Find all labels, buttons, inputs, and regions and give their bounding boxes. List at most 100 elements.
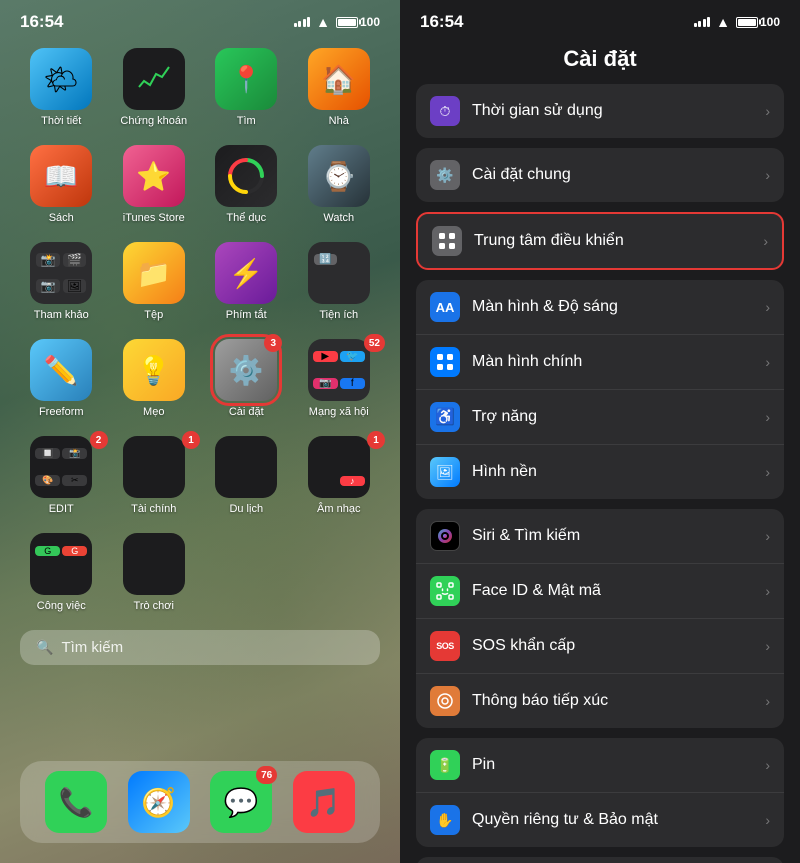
messages-badge: 76	[256, 766, 277, 784]
settings-header: Cài đặt	[400, 38, 800, 84]
sos-icon: SOS	[430, 631, 460, 661]
general-icon: ⚙️	[430, 160, 460, 190]
app-freeform[interactable]: ✏️ Freeform	[20, 339, 103, 418]
app-tips[interactable]: 💡 Mẹo	[113, 339, 196, 418]
settings-item-faceid[interactable]: Face ID & Mật mã ›	[416, 564, 784, 619]
settings-item-control-center[interactable]: Trung tâm điều khiển ›	[418, 214, 782, 268]
app-find[interactable]: 📍 Tìm	[205, 48, 288, 127]
settings-item-sos[interactable]: SOS SOS khẩn cấp ›	[416, 619, 784, 674]
app-settings[interactable]: ⚙️ 3 Cài đặt	[205, 339, 288, 418]
settings-section-appstore: App Store ›	[416, 857, 784, 863]
wallpaper-label: Hình nền	[472, 463, 765, 481]
social-folder-icon: ▶ 🐦 📷 f	[308, 339, 370, 401]
settings-item-display[interactable]: AA Màn hình & Độ sáng ›	[416, 280, 784, 335]
app-games-folder[interactable]: Trò chơi	[113, 533, 196, 612]
itunes-label: iTunes Store	[123, 212, 185, 224]
files-icon: 📁	[123, 242, 185, 304]
contact-notify-icon	[430, 686, 460, 716]
siri-icon	[430, 521, 460, 551]
settings-item-homescreen[interactable]: Màn hình chính ›	[416, 335, 784, 390]
screentime-label: Thời gian sử dụng	[472, 102, 765, 120]
app-edit-folder[interactable]: 🔲 📸 🎨 ✂ 2 EDIT	[20, 436, 103, 515]
app-shortcuts[interactable]: ⚡ Phím tắt	[205, 242, 288, 321]
app-home[interactable]: 🏠 Nhà	[298, 48, 381, 127]
siri-chevron: ›	[765, 528, 770, 544]
app-reference-folder[interactable]: 📸 🎬 📷 🖼 Tham khảo	[20, 242, 103, 321]
dock-safari[interactable]: 🧭	[128, 771, 190, 833]
battery-label: Pin	[472, 756, 765, 774]
settings-item-siri[interactable]: Siri & Tìm kiếm ›	[416, 509, 784, 564]
app-grid: 🌤 Thời tiết Chứng khoán 📍 Tìm 🏠 Nhà 📖 Sá…	[0, 38, 400, 622]
app-finance-folder[interactable]: 1 Tài chính	[113, 436, 196, 515]
search-icon: 🔍	[36, 639, 53, 656]
control-center-chevron: ›	[763, 233, 768, 249]
privacy-chevron: ›	[765, 812, 770, 828]
battery-right-icon: 100	[736, 15, 780, 29]
reference-label: Tham khảo	[34, 309, 89, 321]
work-label: Công việc	[37, 600, 86, 612]
app-music-folder[interactable]: ♪ 1 Âm nhạc	[298, 436, 381, 515]
settings-badge: 3	[264, 334, 282, 352]
stocks-label: Chứng khoán	[120, 115, 187, 127]
time-left: 16:54	[20, 12, 63, 32]
signal-icon	[294, 17, 311, 27]
privacy-icon: ✋	[430, 805, 460, 835]
search-placeholder: Tìm kiếm	[61, 639, 123, 656]
app-files[interactable]: 📁 Tệp	[113, 242, 196, 321]
weather-label: Thời tiết	[41, 115, 81, 127]
faceid-label: Face ID & Mật mã	[472, 582, 765, 600]
settings-list: ⏱ Thời gian sử dụng › ⚙️ Cài đặt chung ›	[400, 84, 800, 863]
dock-phone[interactable]: 📞	[45, 771, 107, 833]
shortcuts-label: Phím tắt	[226, 309, 267, 321]
control-center-label: Trung tâm điều khiển	[474, 232, 763, 250]
app-books[interactable]: 📖 Sách	[20, 145, 103, 224]
edit-folder-icon: 🔲 📸 🎨 ✂	[30, 436, 92, 498]
settings-label: Cài đặt	[229, 406, 264, 418]
games-label: Trò chơi	[134, 600, 174, 612]
utilities-folder-icon: 🔢	[308, 242, 370, 304]
app-stocks[interactable]: Chứng khoán	[113, 48, 196, 127]
finance-label: Tài chính	[131, 503, 176, 515]
settings-section-display-homescreen: AA Màn hình & Độ sáng › Màn hình chính ›	[416, 280, 784, 499]
settings-item-appstore[interactable]: App Store ›	[416, 857, 784, 863]
tips-icon: 💡	[123, 339, 185, 401]
accessibility-icon: ♿	[430, 402, 460, 432]
general-label: Cài đặt chung	[472, 166, 765, 184]
app-watch[interactable]: ⌚ Watch	[298, 145, 381, 224]
settings-item-privacy[interactable]: ✋ Quyền riêng tư & Bảo mật ›	[416, 793, 784, 847]
settings-item-screentime[interactable]: ⏱ Thời gian sử dụng ›	[416, 84, 784, 138]
settings-item-contact-notify[interactable]: Thông báo tiếp xúc ›	[416, 674, 784, 728]
app-fitness[interactable]: Thể dục	[205, 145, 288, 224]
siri-label: Siri & Tìm kiếm	[472, 527, 765, 545]
accessibility-chevron: ›	[765, 409, 770, 425]
dock-messages[interactable]: 💬 76	[210, 771, 272, 833]
battery-settings-icon: 🔋	[430, 750, 460, 780]
app-itunes[interactable]: ⭐ iTunes Store	[113, 145, 196, 224]
contact-notify-chevron: ›	[765, 693, 770, 709]
music-folder-icon: ♪	[308, 436, 370, 498]
find-icon: 📍	[215, 48, 277, 110]
settings-item-battery[interactable]: 🔋 Pin ›	[416, 738, 784, 793]
settings-item-general[interactable]: ⚙️ Cài đặt chung ›	[416, 148, 784, 202]
home-icon: 🏠	[308, 48, 370, 110]
screentime-chevron: ›	[765, 103, 770, 119]
app-travel-folder[interactable]: Du lịch	[205, 436, 288, 515]
safari-icon: 🧭	[141, 786, 176, 819]
app-utilities-folder[interactable]: 🔢 Tiện ích	[298, 242, 381, 321]
dock-music[interactable]: 🎵	[293, 771, 355, 833]
settings-page-title: Cài đặt	[563, 46, 636, 71]
fitness-label: Thể dục	[226, 212, 266, 224]
dock: 📞 🧭 💬 76 🎵	[20, 761, 380, 843]
fitness-icon	[215, 145, 277, 207]
app-work-folder[interactable]: G G Công việc	[20, 533, 103, 612]
settings-item-wallpaper[interactable]: 🖼 Hình nền ›	[416, 445, 784, 499]
battery-chevron: ›	[765, 757, 770, 773]
battery-icon-left: 100	[336, 15, 380, 29]
app-social-folder[interactable]: ▶ 🐦 📷 f 52 Mạng xã hội	[298, 339, 381, 418]
search-bar[interactable]: 🔍 Tìm kiếm	[20, 630, 380, 665]
settings-item-accessibility[interactable]: ♿ Trợ năng ›	[416, 390, 784, 445]
app-weather[interactable]: 🌤 Thời tiết	[20, 48, 103, 127]
itunes-icon: ⭐	[123, 145, 185, 207]
home-label: Nhà	[329, 115, 349, 127]
privacy-label: Quyền riêng tư & Bảo mật	[472, 811, 765, 829]
